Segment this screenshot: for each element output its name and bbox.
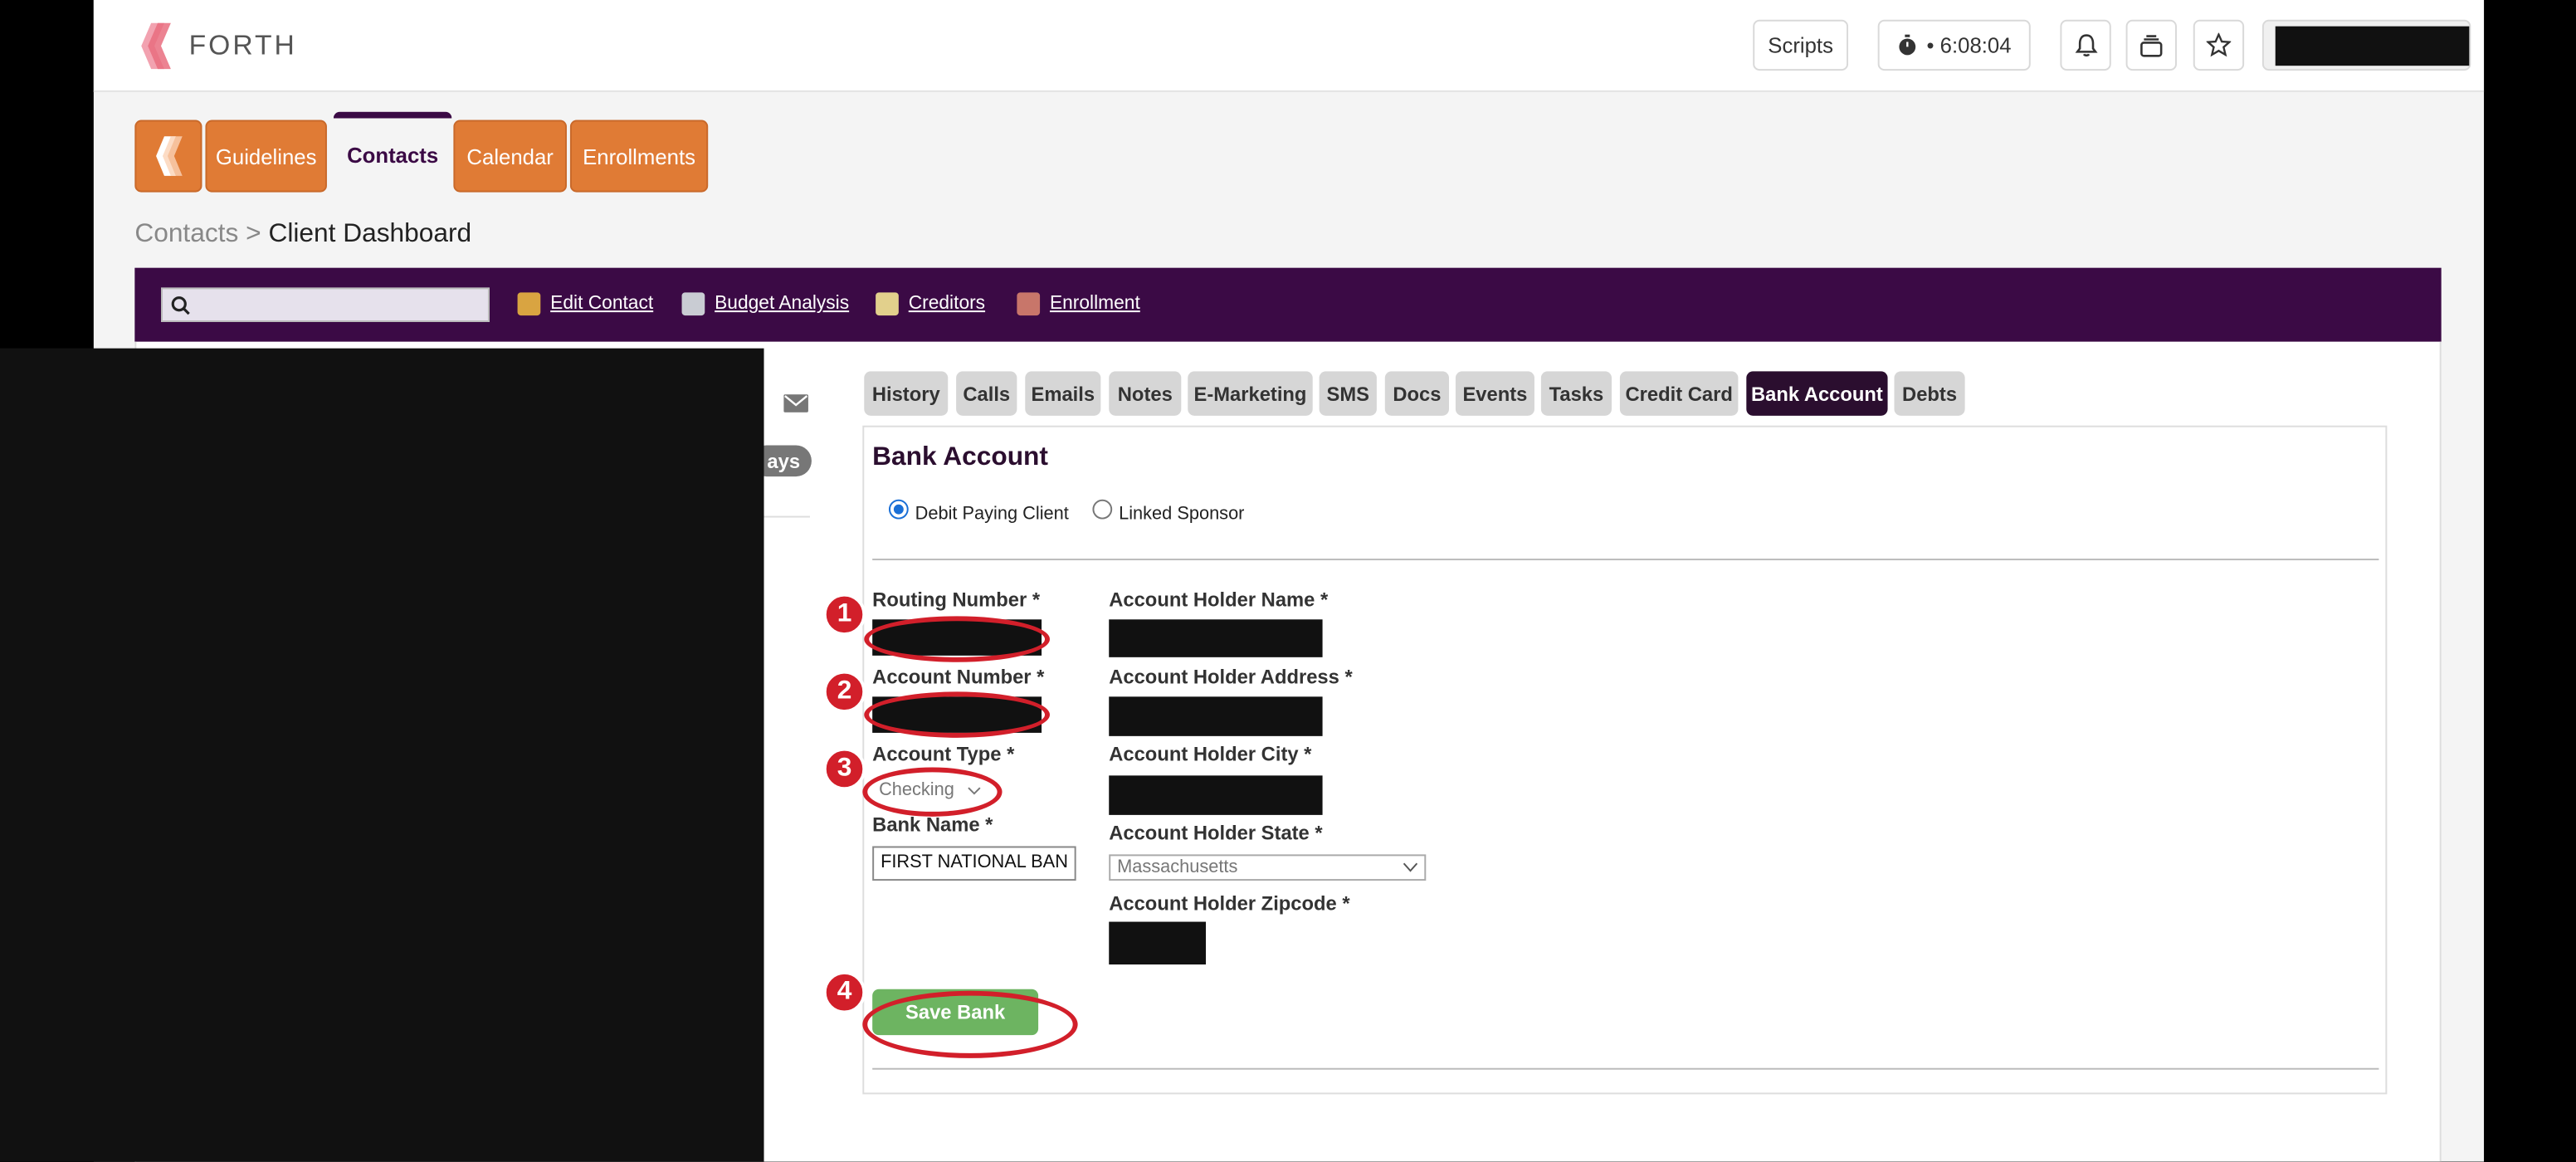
tab-bank-account[interactable]: Bank Account <box>1746 371 1888 416</box>
account-holder-city-input[interactable] <box>1109 775 1323 815</box>
tab-events[interactable]: Events <box>1455 371 1534 416</box>
breadcrumb-separator: > <box>246 220 261 248</box>
sidebar-divider <box>764 515 810 518</box>
account-holder-state-value: Massachusetts <box>1117 857 1238 878</box>
annotation-ring-account-type <box>862 767 1003 817</box>
form-divider-bottom <box>872 1067 2379 1070</box>
annotation-ring-save <box>862 990 1078 1058</box>
books-icon <box>1017 292 1041 316</box>
account-type-label: Account Type * <box>872 742 1015 766</box>
search-icon <box>171 296 190 315</box>
bell-icon <box>2074 34 2097 57</box>
annotation-marker-2: 2 <box>822 670 866 714</box>
account-holder-zipcode-input[interactable] <box>1109 921 1207 965</box>
debit-paying-client-label: Debit Paying Client <box>915 504 1069 525</box>
redacted-sidebar-region <box>0 348 764 1162</box>
edit-contact-link[interactable]: Edit Contact <box>517 292 654 316</box>
enrollment-label: Enrollment <box>1049 294 1140 315</box>
creditors-label: Creditors <box>908 294 986 315</box>
annotation-marker-3: 3 <box>822 747 866 791</box>
chevron-down-icon <box>1403 862 1418 872</box>
account-holder-address-input[interactable] <box>1109 696 1323 736</box>
form-divider-top <box>872 559 2379 561</box>
stopwatch-icon <box>1898 34 1915 56</box>
tab-emails[interactable]: Emails <box>1025 371 1101 416</box>
tab-notes[interactable]: Notes <box>1109 371 1182 416</box>
debit-paying-client-radio[interactable] <box>888 499 909 520</box>
top-bar: FORTH Scripts • 6:08:04 <box>93 0 2485 92</box>
enrollment-link[interactable]: Enrollment <box>1017 292 1140 316</box>
timer-text: • 6:08:04 <box>1926 32 2012 58</box>
account-holder-zipcode-label: Account Holder Zipcode * <box>1109 891 1350 915</box>
tab-tasks[interactable]: Tasks <box>1540 371 1612 416</box>
account-holder-name-label: Account Holder Name * <box>1109 588 1329 612</box>
annotation-ring-routing <box>864 616 1050 662</box>
tab-calls[interactable]: Calls <box>956 371 1017 416</box>
contact-toolbar: Edit Contact Budget Analysis Creditors E… <box>134 267 2442 342</box>
bank-account-form <box>862 425 2388 1095</box>
annotation-marker-4: 4 <box>822 970 866 1014</box>
breadcrumb-current: Client Dashboard <box>268 220 472 248</box>
bank-name-label: Bank Name * <box>872 813 993 837</box>
star-icon <box>2206 32 2232 57</box>
annotation-marker-1: 1 <box>822 593 866 637</box>
breadcrumb: Contacts > Client Dashboard <box>134 220 471 250</box>
tab-enrollments[interactable]: Enrollments <box>569 120 709 193</box>
bank-name-input[interactable]: FIRST NATIONAL BAN <box>872 846 1076 881</box>
scripts-button[interactable]: Scripts <box>1753 19 1849 71</box>
right-edge-bar <box>2484 0 2576 1162</box>
budget-analysis-link[interactable]: Budget Analysis <box>681 292 850 316</box>
budget-analysis-label: Budget Analysis <box>715 294 850 315</box>
tab-debts[interactable]: Debts <box>1894 371 1965 416</box>
annotation-ring-account-number <box>864 691 1050 738</box>
logo-text: FORTH <box>188 29 297 61</box>
tab-history[interactable]: History <box>864 371 949 416</box>
account-holder-state-select[interactable]: Massachusetts <box>1109 854 1427 881</box>
tab-calendar[interactable]: Calendar <box>453 120 567 193</box>
forth-home-icon <box>155 136 182 176</box>
forth-logo[interactable]: FORTH <box>136 20 297 72</box>
user-menu-button[interactable] <box>2261 19 2471 71</box>
account-number-label: Account Number * <box>872 665 1045 689</box>
breadcrumb-parent[interactable]: Contacts <box>134 220 238 248</box>
linked-sponsor-radio[interactable] <box>1092 499 1113 520</box>
contact-search-input[interactable] <box>161 287 490 323</box>
stack-icon <box>2140 34 2163 56</box>
account-holder-state-label: Account Holder State * <box>1109 821 1323 845</box>
linked-sponsor-label: Linked Sponsor <box>1119 504 1245 525</box>
tab-guidelines[interactable]: Guidelines <box>205 120 327 193</box>
tab-sms[interactable]: SMS <box>1319 371 1377 416</box>
tab-docs[interactable]: Docs <box>1384 371 1450 416</box>
home-tab[interactable] <box>134 120 202 193</box>
calculator-icon <box>681 292 705 316</box>
tab-credit-card[interactable]: Credit Card <box>1619 371 1739 416</box>
forth-logo-icon <box>141 22 171 70</box>
notifications-button[interactable] <box>2060 19 2111 71</box>
envelope-icon[interactable] <box>783 394 808 413</box>
favorites-button[interactable] <box>2193 19 2245 71</box>
tab-contacts[interactable]: Contacts <box>333 111 452 193</box>
redacted-user-name <box>2274 25 2469 66</box>
layers-button[interactable] <box>2125 19 2177 71</box>
account-holder-address-label: Account Holder Address * <box>1109 665 1353 689</box>
pencil-note-icon <box>876 292 899 316</box>
timer-button[interactable]: • 6:08:04 <box>1877 19 2031 71</box>
tab-e-marketing[interactable]: E-Marketing <box>1188 371 1313 416</box>
edit-contact-label: Edit Contact <box>550 294 654 315</box>
creditors-link[interactable]: Creditors <box>876 292 986 316</box>
account-holder-city-label: Account Holder City * <box>1109 742 1312 766</box>
routing-number-label: Routing Number * <box>872 588 1041 612</box>
account-holder-name-input[interactable] <box>1109 619 1323 657</box>
edit-contact-icon <box>517 292 541 316</box>
bank-account-title: Bank Account <box>872 443 1048 472</box>
